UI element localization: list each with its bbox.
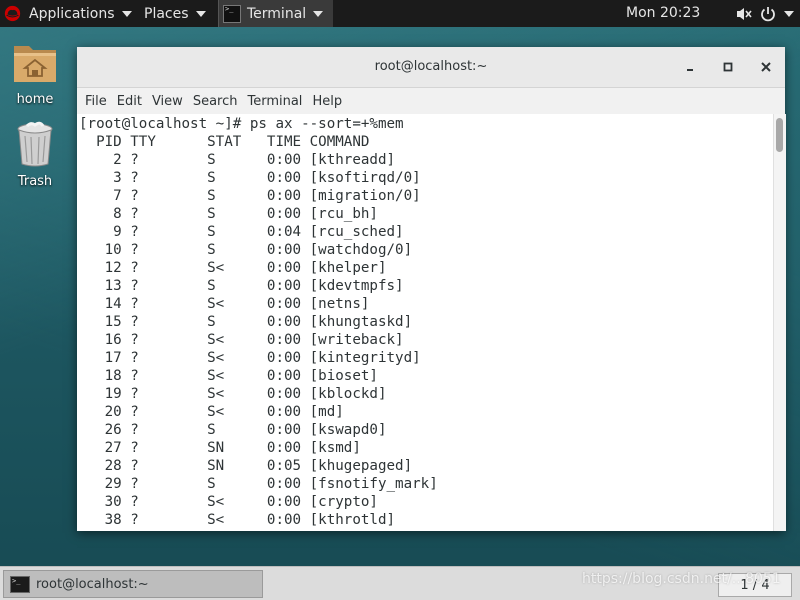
process-row: 15 ? S 0:00 [khungtaskd] xyxy=(79,314,413,330)
applications-menu[interactable]: Applications xyxy=(4,0,132,27)
terminal-app-menu[interactable]: Terminal xyxy=(218,0,334,27)
terminal-icon xyxy=(10,575,30,593)
menu-bar: File Edit View Search Terminal Help xyxy=(77,88,785,114)
power-icon[interactable] xyxy=(759,5,777,23)
watermark: https://blog.csdn.net/...8051 xyxy=(582,571,781,587)
menu-view[interactable]: View xyxy=(152,94,183,109)
maximize-button[interactable] xyxy=(718,57,738,77)
places-label: Places xyxy=(144,5,189,22)
home-label: home xyxy=(16,92,54,107)
process-row: 29 ? S 0:00 [fsnotify_mark] xyxy=(79,476,438,492)
process-row: 19 ? S< 0:00 [kblockd] xyxy=(79,386,387,402)
process-row: 12 ? S< 0:00 [khelper] xyxy=(79,260,387,276)
terminal-text[interactable]: [root@localhost ~]# ps ax --sort=+%mem P… xyxy=(77,114,773,529)
process-row: 2 ? S 0:00 [kthreadd] xyxy=(79,152,396,168)
system-tray[interactable] xyxy=(729,0,794,27)
ps-header-line: PID TTY STAT TIME COMMAND xyxy=(79,134,370,150)
terminal-scrollbar[interactable] xyxy=(773,114,786,531)
redhat-icon xyxy=(4,5,21,22)
process-row: 27 ? SN 0:00 [ksmd] xyxy=(79,440,361,456)
top-bar: Applications Places Terminal Mon 20:23 xyxy=(0,0,800,27)
command-prompt-line: [root@localhost ~]# ps ax --sort=+%mem xyxy=(79,116,404,132)
minimize-icon xyxy=(687,69,693,71)
menu-edit[interactable]: Edit xyxy=(117,94,142,109)
process-row: 20 ? S< 0:00 [md] xyxy=(79,404,344,420)
clock[interactable]: Mon 20:23 xyxy=(626,0,726,27)
terminal-output[interactable]: [root@localhost ~]# ps ax --sort=+%mem P… xyxy=(77,114,773,531)
desktop-trash-icon[interactable]: Trash xyxy=(0,120,70,189)
window-title: root@localhost:~ xyxy=(374,59,488,74)
terminal-app-label: Terminal xyxy=(247,5,307,22)
chevron-down-icon xyxy=(195,11,206,17)
process-row: 16 ? S< 0:00 [writeback] xyxy=(79,332,404,348)
process-row: 9 ? S 0:04 [rcu_sched] xyxy=(79,224,404,240)
terminal-window: root@localhost:~ File Edit View Search T… xyxy=(77,47,786,531)
desktop-home-icon[interactable]: home xyxy=(0,40,70,107)
process-row: 18 ? S< 0:00 [bioset] xyxy=(79,368,378,384)
terminal-icon xyxy=(223,4,241,23)
close-icon xyxy=(761,62,771,72)
process-row: 8 ? S 0:00 [rcu_bh] xyxy=(79,206,378,222)
menu-help[interactable]: Help xyxy=(312,94,342,109)
process-row: 14 ? S< 0:00 [netns] xyxy=(79,296,370,312)
scrollbar-thumb[interactable] xyxy=(776,118,783,152)
process-row: 10 ? S 0:00 [watchdog/0] xyxy=(79,242,413,258)
menu-file[interactable]: File xyxy=(85,94,107,109)
menu-terminal[interactable]: Terminal xyxy=(247,94,302,109)
home-folder-icon xyxy=(14,46,56,82)
close-button[interactable] xyxy=(756,57,776,77)
taskbar-item-label: root@localhost:~ xyxy=(36,576,149,592)
trash-icon xyxy=(17,121,53,167)
process-row: 30 ? S< 0:00 [crypto] xyxy=(79,494,378,510)
chevron-down-icon xyxy=(121,11,132,17)
chevron-down-icon xyxy=(313,11,324,17)
applications-label: Applications xyxy=(29,5,115,22)
process-row: 13 ? S 0:00 [kdevtmpfs] xyxy=(79,278,404,294)
places-menu[interactable]: Places xyxy=(144,0,206,27)
menu-search[interactable]: Search xyxy=(193,94,238,109)
process-row: 38 ? S< 0:00 [kthrotld] xyxy=(79,512,396,528)
process-row: 7 ? S 0:00 [migration/0] xyxy=(79,188,421,204)
process-row: 26 ? S 0:00 [kswapd0] xyxy=(79,422,387,438)
window-titlebar[interactable]: root@localhost:~ xyxy=(77,47,785,88)
chevron-down-icon[interactable] xyxy=(784,11,794,17)
process-row: 28 ? SN 0:05 [khugepaged] xyxy=(79,458,413,474)
minimize-button[interactable] xyxy=(680,57,700,77)
maximize-icon xyxy=(723,62,733,72)
volume-muted-icon[interactable] xyxy=(735,6,753,22)
process-row: 3 ? S 0:00 [ksoftirqd/0] xyxy=(79,170,421,186)
taskbar-terminal-item[interactable]: root@localhost:~ xyxy=(3,570,263,598)
process-row: 17 ? S< 0:00 [kintegrityd] xyxy=(79,350,421,366)
trash-label: Trash xyxy=(17,174,53,189)
